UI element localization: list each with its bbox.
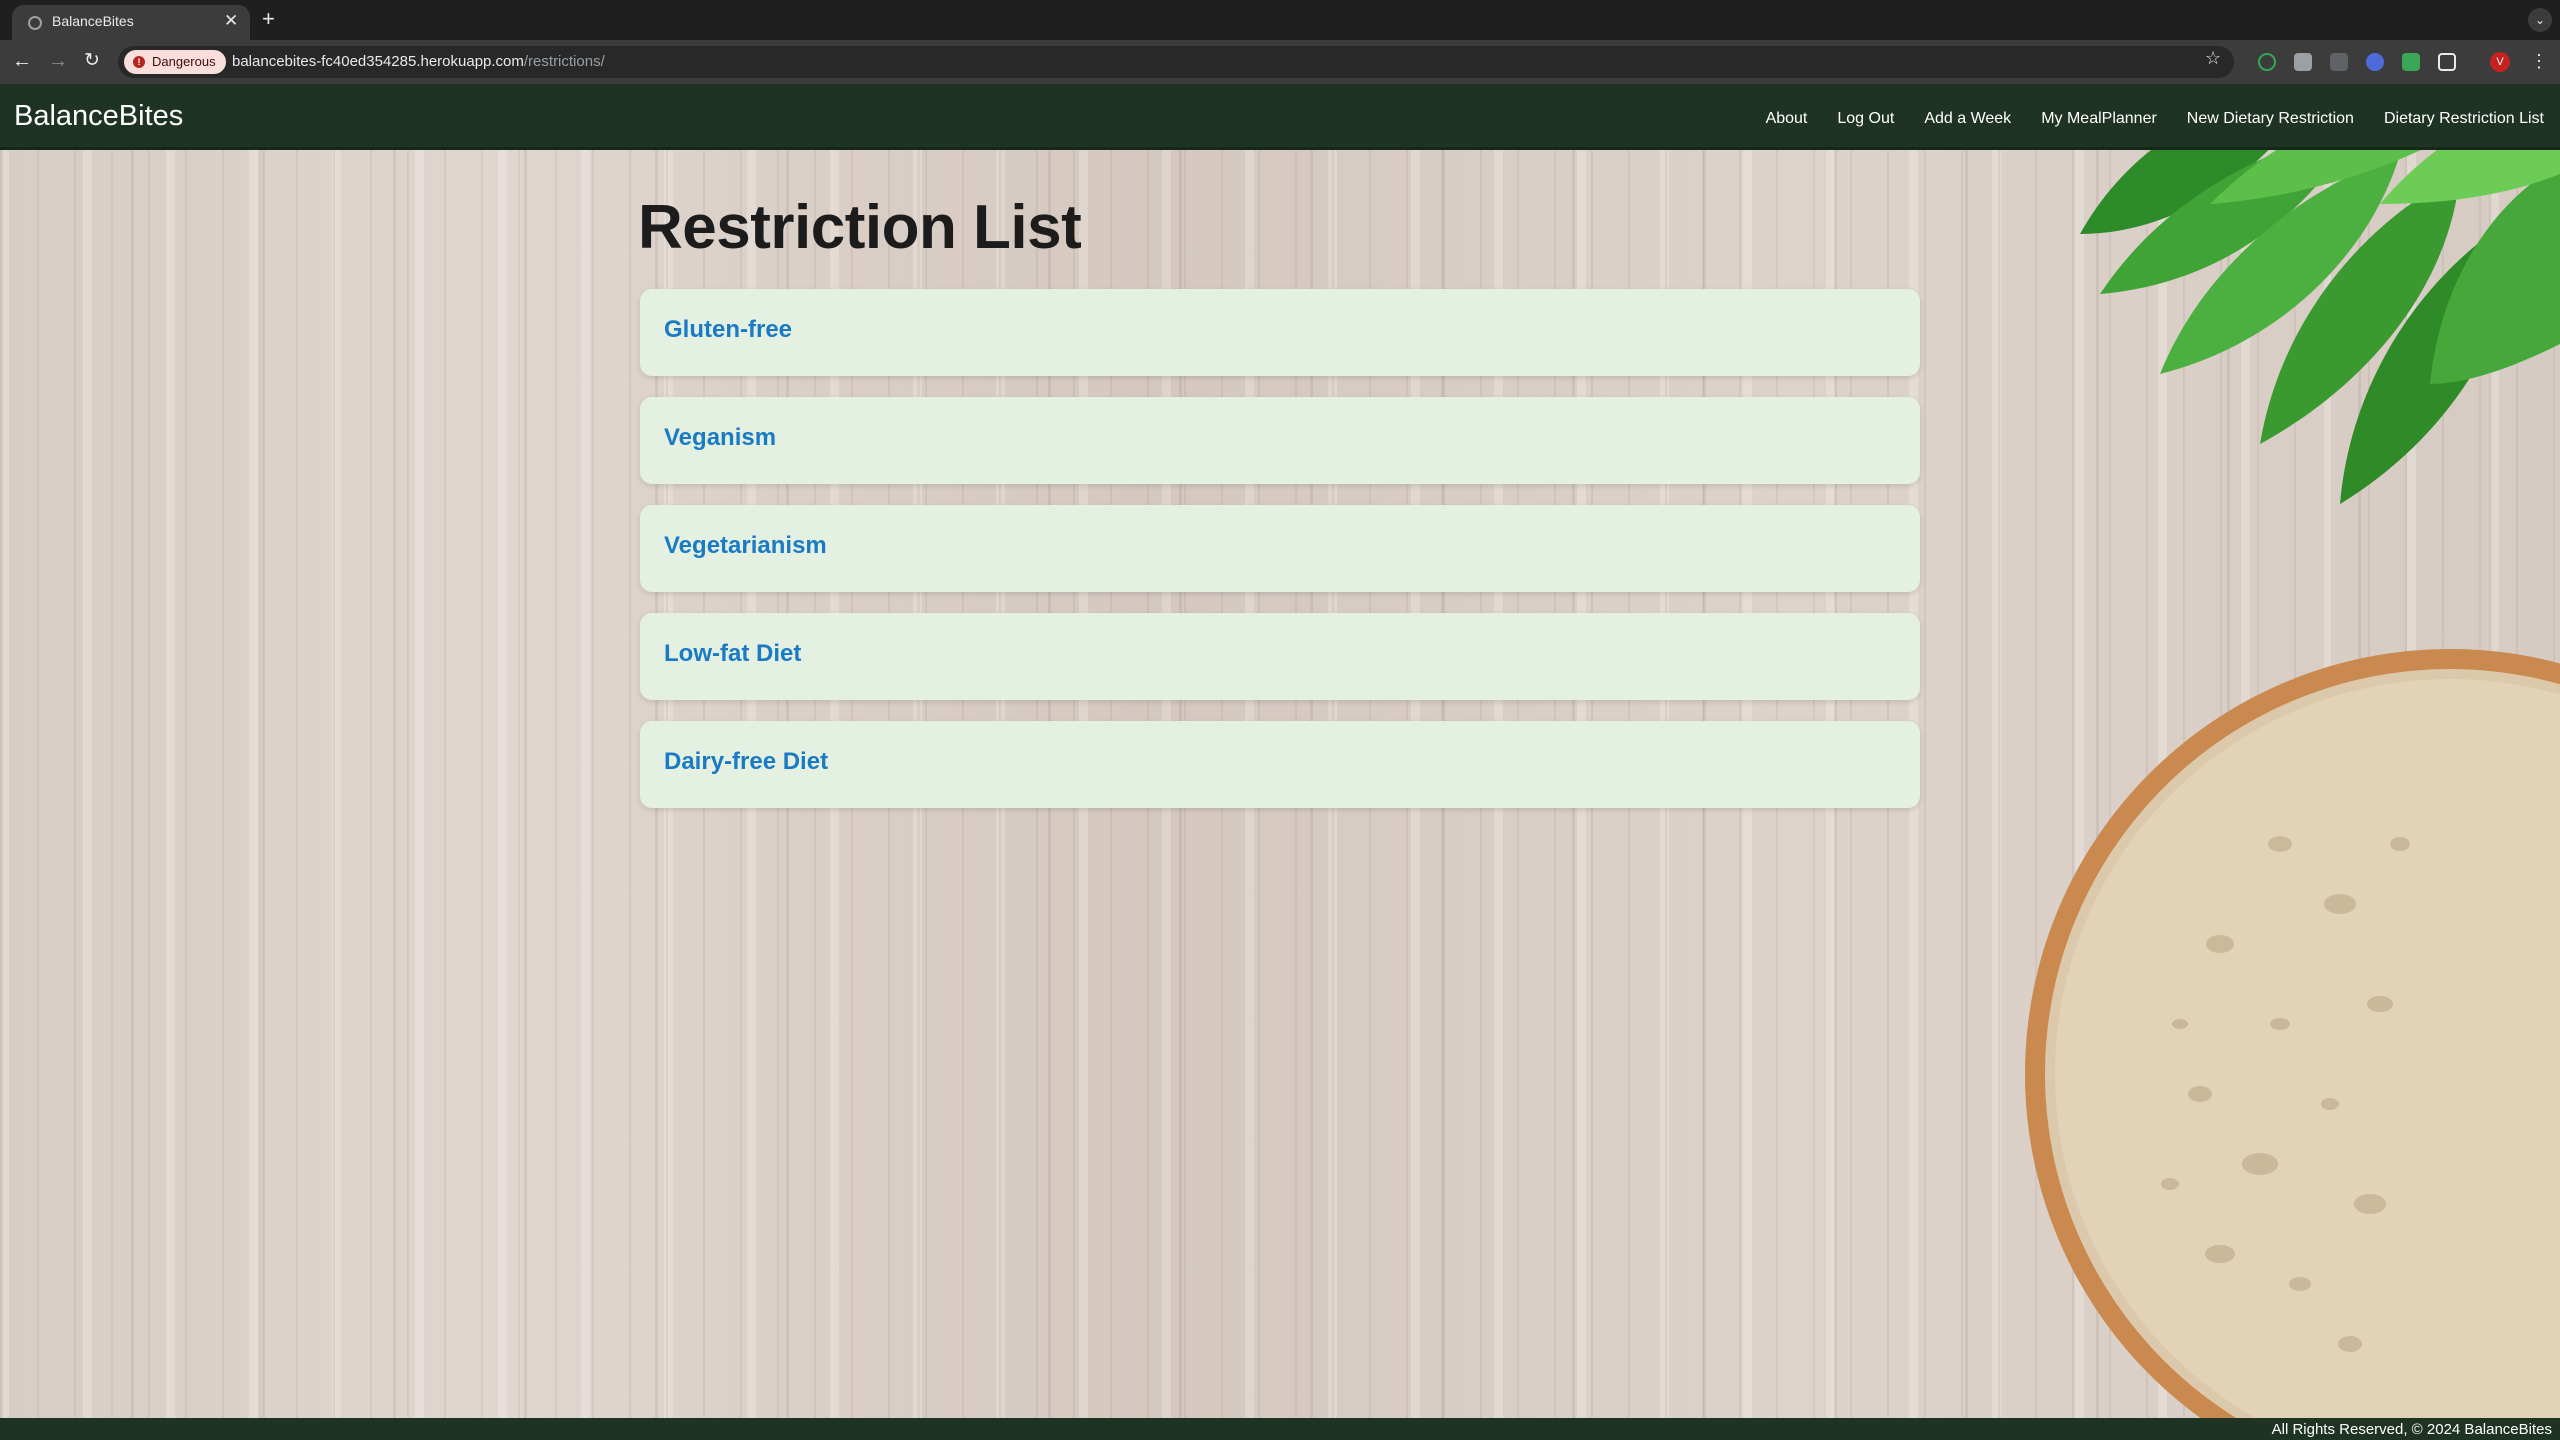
browser-tab[interactable]: BalanceBites ✕ — [12, 5, 250, 40]
restriction-card: Low-fat Diet — [640, 613, 1920, 700]
browser-toolbar: ← → ↻ ! Dangerous balancebites-fc40ed354… — [0, 40, 2560, 84]
bread-slice-image — [2025, 649, 2560, 1440]
extension-icon[interactable] — [2330, 53, 2348, 71]
url-path: /restrictions/ — [523, 53, 605, 70]
address-bar[interactable]: ! Dangerous balancebites-fc40ed354285.he… — [118, 46, 2234, 78]
nav-link-about[interactable]: About — [1766, 110, 1808, 128]
tab-title: BalanceBites — [52, 13, 134, 29]
grammar-extension-icon[interactable] — [2258, 53, 2276, 71]
back-arrow-icon[interactable]: ← — [12, 49, 32, 73]
nav-link-new-dietary-restriction[interactable]: New Dietary Restriction — [2187, 110, 2354, 128]
restriction-card: Veganism — [640, 397, 1920, 484]
page-title: Restriction List — [638, 193, 1082, 262]
page-background: BalanceBites About Log Out Add a Week My… — [0, 84, 2560, 1440]
restriction-link-low-fat-diet[interactable]: Low-fat Diet — [664, 640, 801, 668]
nav-links: About Log Out Add a Week My MealPlanner … — [1766, 110, 2544, 128]
security-warning-chip[interactable]: ! Dangerous — [124, 50, 226, 74]
tab-search-chevron-icon[interactable]: ⌄ — [2528, 8, 2552, 32]
site-footer: All Rights Reserved, © 2024 BalanceBites — [0, 1418, 2560, 1440]
restriction-link-veganism[interactable]: Veganism — [664, 424, 776, 452]
restriction-card: Gluten-free — [640, 289, 1920, 376]
danger-icon: ! — [133, 56, 145, 68]
profile-avatar[interactable]: V — [2490, 52, 2510, 72]
restriction-card: Vegetarianism — [640, 505, 1920, 592]
nav-link-my-mealplanner[interactable]: My MealPlanner — [2041, 110, 2157, 128]
url-host: balancebites-fc40ed354285.herokuapp.com — [232, 53, 524, 70]
url-text[interactable]: balancebites-fc40ed354285.herokuapp.com/… — [232, 53, 605, 70]
extension-icon[interactable] — [2402, 53, 2420, 71]
leaves-image — [2080, 84, 2560, 504]
browser-tab-strip: BalanceBites ✕ + ⌄ — [0, 0, 2560, 40]
extension-icon[interactable] — [2366, 53, 2384, 71]
restriction-link-gluten-free[interactable]: Gluten-free — [664, 316, 792, 344]
bookmark-star-icon[interactable]: ☆ — [2205, 48, 2221, 68]
reload-icon[interactable]: ↻ — [84, 49, 100, 73]
restriction-link-dairy-free-diet[interactable]: Dairy-free Diet — [664, 748, 828, 776]
brand-logo-link[interactable]: BalanceBites — [14, 100, 183, 133]
restriction-list: Gluten-free Veganism Vegetarianism Low-f… — [640, 289, 1920, 829]
security-warning-label: Dangerous — [152, 54, 216, 69]
new-tab-button[interactable]: + — [262, 6, 275, 32]
nav-link-add-a-week[interactable]: Add a Week — [1924, 110, 2011, 128]
forward-arrow-icon[interactable]: → — [48, 49, 68, 73]
nav-link-dietary-restriction-list[interactable]: Dietary Restriction List — [2384, 110, 2544, 128]
extensions-puzzle-icon[interactable] — [2438, 53, 2456, 71]
site-navbar: BalanceBites About Log Out Add a Week My… — [0, 84, 2560, 150]
globe-icon — [28, 16, 42, 30]
restriction-card: Dairy-free Diet — [640, 721, 1920, 808]
nav-link-log-out[interactable]: Log Out — [1837, 110, 1894, 128]
more-menu-icon[interactable]: ⋮ — [2530, 49, 2548, 73]
close-tab-icon[interactable]: ✕ — [224, 11, 238, 31]
footer-copyright: All Rights Reserved, © 2024 BalanceBites — [2271, 1421, 2552, 1438]
restriction-link-vegetarianism[interactable]: Vegetarianism — [664, 532, 827, 560]
notes-extension-icon[interactable] — [2294, 53, 2312, 71]
